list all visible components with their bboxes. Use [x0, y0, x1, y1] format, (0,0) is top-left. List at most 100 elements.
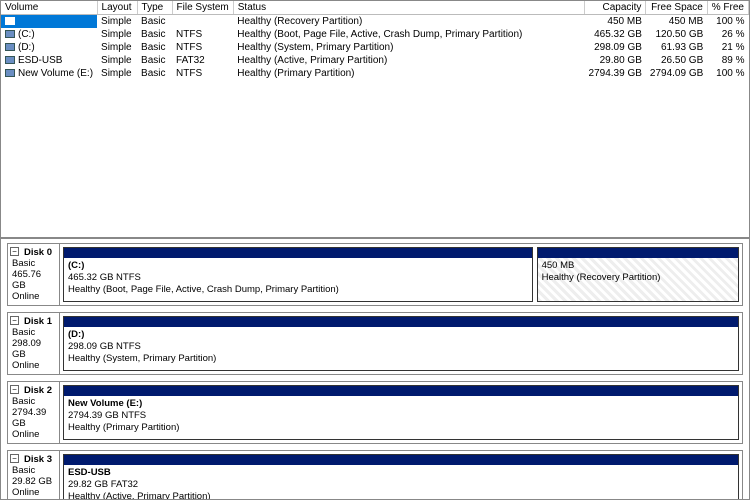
- volume-row[interactable]: New Volume (E:)SimpleBasicNTFSHealthy (P…: [1, 67, 749, 80]
- partition-size: 465.32 GB NTFS: [68, 272, 528, 284]
- volume-layout: Simple: [97, 15, 137, 29]
- volume-status: Healthy (Active, Primary Partition): [233, 54, 584, 67]
- volume-free: 120.50 GB: [646, 28, 707, 41]
- disk-row[interactable]: −Disk 2Basic2794.39 GBOnlineNew Volume (…: [7, 381, 743, 444]
- partition-title: New Volume (E:): [68, 398, 734, 410]
- volume-capacity: 450 MB: [585, 15, 646, 29]
- volume-free: 2794.09 GB: [646, 67, 707, 80]
- disk-type: Basic: [12, 396, 55, 407]
- volume-table[interactable]: Volume Layout Type File System Status Ca…: [1, 1, 749, 80]
- partition-status: Healthy (Boot, Page File, Active, Crash …: [68, 284, 528, 296]
- volume-pfree: 26 %: [707, 28, 748, 41]
- volume-capacity: 465.32 GB: [585, 28, 646, 41]
- col-status[interactable]: Status: [233, 1, 584, 15]
- volume-status: Healthy (Boot, Page File, Active, Crash …: [233, 28, 584, 41]
- collapse-icon[interactable]: −: [10, 385, 19, 394]
- volume-type: Basic: [137, 67, 172, 80]
- col-fs[interactable]: File System: [172, 1, 233, 15]
- disk-size: 2794.39 GB: [12, 407, 55, 429]
- volume-capacity: 2794.39 GB: [585, 67, 646, 80]
- col-capacity[interactable]: Capacity: [585, 1, 646, 15]
- disk-type: Basic: [12, 465, 55, 476]
- col-volume[interactable]: Volume: [1, 1, 97, 15]
- col-free[interactable]: Free Space: [646, 1, 707, 15]
- volume-capacity: 29.80 GB: [585, 54, 646, 67]
- disk-header[interactable]: −Disk 0Basic465.76 GBOnline: [8, 244, 60, 305]
- volume-fs: FAT32: [172, 54, 233, 67]
- partition[interactable]: (C:)465.32 GB NTFSHealthy (Boot, Page Fi…: [63, 247, 533, 302]
- volume-pfree: 89 %: [707, 54, 748, 67]
- partition-status: Healthy (Recovery Partition): [542, 272, 734, 284]
- disk-row[interactable]: −Disk 3Basic29.82 GBOnlineESD-USB29.82 G…: [7, 450, 743, 499]
- disk-state: Online: [12, 429, 55, 440]
- partition[interactable]: New Volume (E:)2794.39 GB NTFSHealthy (P…: [63, 385, 739, 440]
- collapse-icon[interactable]: −: [10, 316, 19, 325]
- volume-status: Healthy (Primary Partition): [233, 67, 584, 80]
- volume-icon: [5, 30, 15, 38]
- partition-bar: [64, 386, 738, 396]
- volume-name: (C:): [18, 29, 35, 40]
- partition[interactable]: 450 MBHealthy (Recovery Partition): [537, 247, 739, 302]
- collapse-icon[interactable]: −: [10, 247, 19, 256]
- volume-header-row[interactable]: Volume Layout Type File System Status Ca…: [1, 1, 749, 15]
- volume-row[interactable]: (D:)SimpleBasicNTFSHealthy (System, Prim…: [1, 41, 749, 54]
- disk-size: 29.82 GB: [12, 476, 55, 487]
- volume-name: ESD-USB: [18, 55, 62, 66]
- partition[interactable]: (D:)298.09 GB NTFSHealthy (System, Prima…: [63, 316, 739, 371]
- disk-partitions: (D:)298.09 GB NTFSHealthy (System, Prima…: [60, 313, 742, 374]
- partition-size: 2794.39 GB NTFS: [68, 410, 734, 422]
- volume-status: Healthy (System, Primary Partition): [233, 41, 584, 54]
- volume-layout: Simple: [97, 67, 137, 80]
- disk-state: Online: [12, 487, 55, 498]
- partition-size: 450 MB: [542, 260, 734, 272]
- volume-row[interactable]: SimpleBasicHealthy (Recovery Partition)4…: [1, 15, 749, 29]
- volume-list-pane[interactable]: Volume Layout Type File System Status Ca…: [1, 1, 749, 239]
- volume-free: 61.93 GB: [646, 41, 707, 54]
- volume-layout: Simple: [97, 54, 137, 67]
- disk-partitions: New Volume (E:)2794.39 GB NTFSHealthy (P…: [60, 382, 742, 443]
- volume-fs: NTFS: [172, 67, 233, 80]
- volume-fs: [172, 15, 233, 29]
- volume-pfree: 100 %: [707, 15, 748, 29]
- volume-layout: Simple: [97, 28, 137, 41]
- disk-header[interactable]: −Disk 2Basic2794.39 GBOnline: [8, 382, 60, 443]
- disk-state: Online: [12, 291, 55, 302]
- disk-state: Online: [12, 360, 55, 371]
- volume-row[interactable]: ESD-USB SimpleBasicFAT32Healthy (Active, …: [1, 54, 749, 67]
- disk-size: 298.09 GB: [12, 338, 55, 360]
- disk-header[interactable]: −Disk 3Basic29.82 GBOnline: [8, 451, 60, 499]
- disk-row[interactable]: −Disk 1Basic298.09 GBOnline(D:)298.09 GB…: [7, 312, 743, 375]
- partition-bar: [64, 455, 738, 465]
- col-layout[interactable]: Layout: [97, 1, 137, 15]
- volume-fs: NTFS: [172, 28, 233, 41]
- volume-type: Basic: [137, 15, 172, 29]
- disk-row[interactable]: −Disk 0Basic465.76 GBOnline(C:)465.32 GB…: [7, 243, 743, 306]
- partition[interactable]: ESD-USB29.82 GB FAT32Healthy (Active, Pr…: [63, 454, 739, 499]
- col-pfree[interactable]: % Free: [707, 1, 748, 15]
- volume-layout: Simple: [97, 41, 137, 54]
- volume-pfree: 21 %: [707, 41, 748, 54]
- collapse-icon[interactable]: −: [10, 454, 19, 463]
- disk-size: 465.76 GB: [12, 269, 55, 291]
- volume-icon: [5, 56, 15, 64]
- volume-icon: [5, 69, 15, 77]
- disk-type: Basic: [12, 327, 55, 338]
- disk-partitions: ESD-USB29.82 GB FAT32Healthy (Active, Pr…: [60, 451, 742, 499]
- volume-free: 26.50 GB: [646, 54, 707, 67]
- volume-status: Healthy (Recovery Partition): [233, 15, 584, 29]
- disk-header[interactable]: −Disk 1Basic298.09 GBOnline: [8, 313, 60, 374]
- volume-row[interactable]: (C:) SimpleBasicNTFSHealthy (Boot, Page F…: [1, 28, 749, 41]
- volume-type: Basic: [137, 54, 172, 67]
- disk-name: Disk 0: [24, 247, 55, 258]
- disk-map-pane[interactable]: −Disk 0Basic465.76 GBOnline(C:)465.32 GB…: [1, 239, 749, 499]
- volume-icon: [5, 43, 15, 51]
- col-type[interactable]: Type: [137, 1, 172, 15]
- volume-type: Basic: [137, 28, 172, 41]
- partition-size: 298.09 GB NTFS: [68, 341, 734, 353]
- partition-title: (C:): [68, 260, 528, 272]
- volume-icon: [5, 17, 15, 25]
- partition-status: Healthy (Primary Partition): [68, 422, 734, 434]
- volume-free: 450 MB: [646, 15, 707, 29]
- volume-fs: NTFS: [172, 41, 233, 54]
- partition-bar: [538, 248, 738, 258]
